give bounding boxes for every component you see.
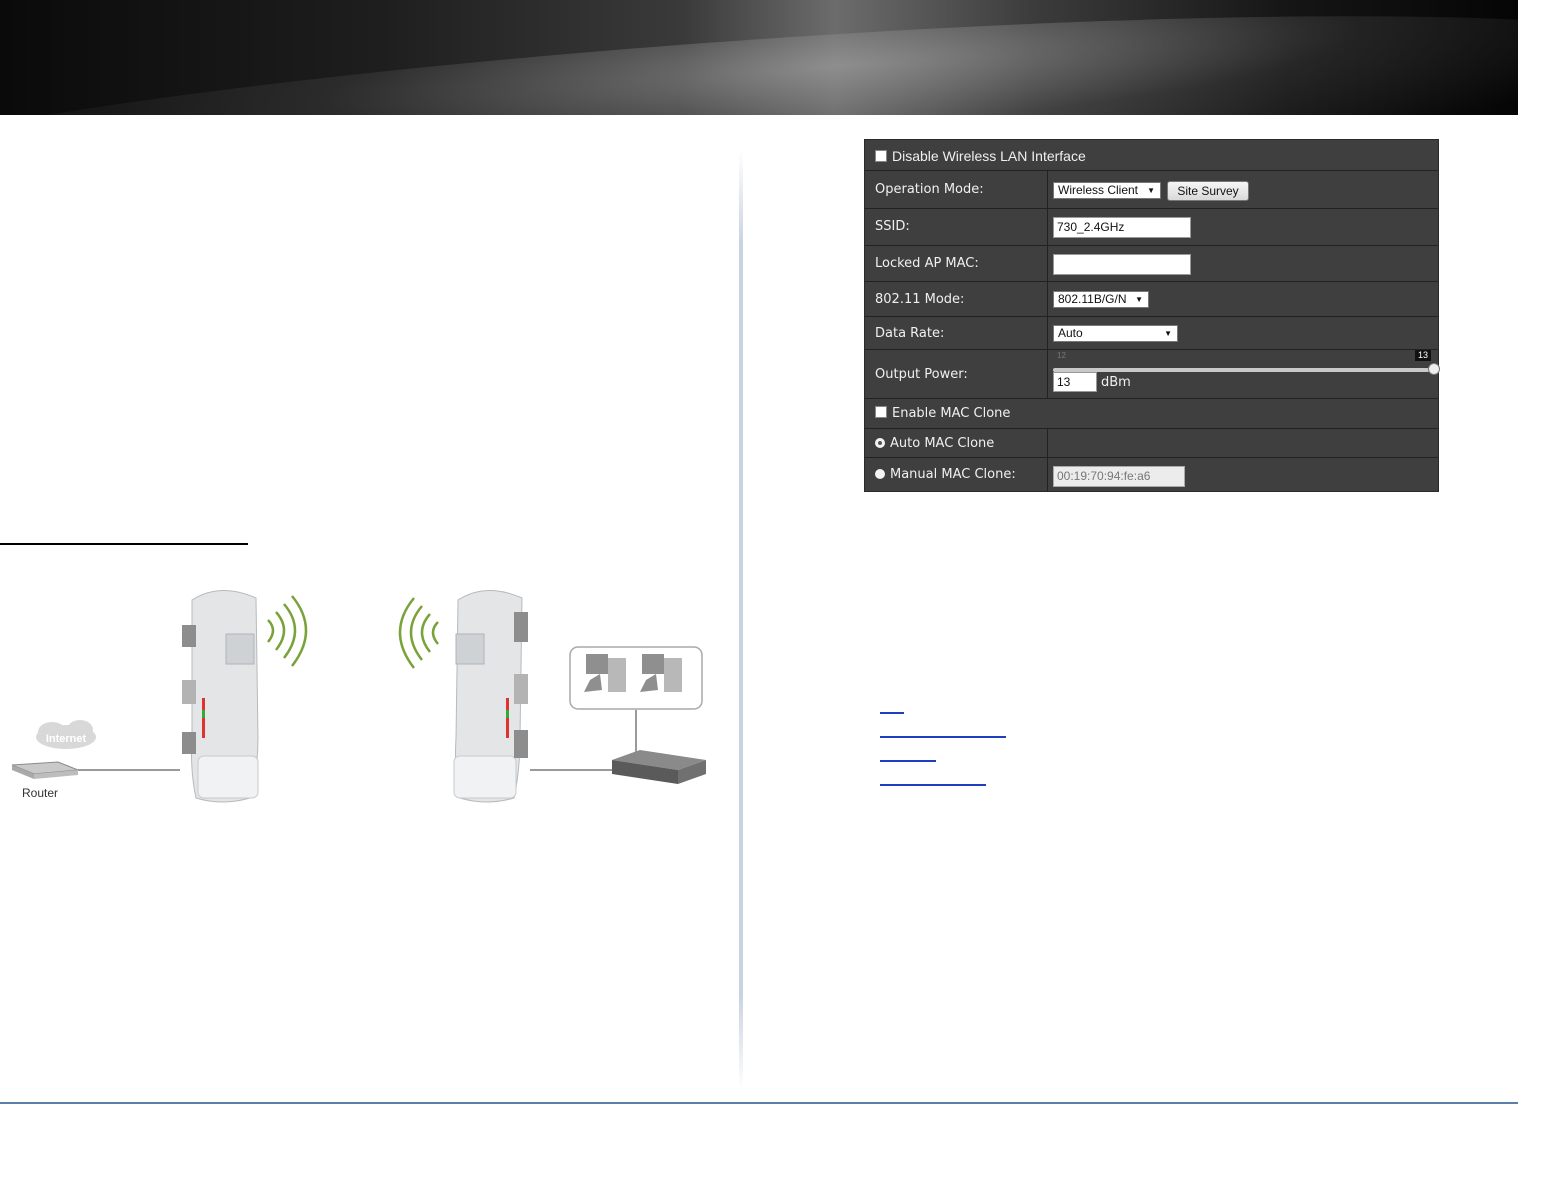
mode-label: 802.11 Mode: bbox=[875, 292, 965, 307]
wireless-signal-icon-right bbox=[398, 597, 439, 669]
manual-mac-clone-radio[interactable] bbox=[875, 469, 885, 479]
disable-wlan-checkbox[interactable] bbox=[875, 150, 887, 162]
link-item[interactable] bbox=[880, 736, 1006, 738]
site-survey-button[interactable]: Site Survey bbox=[1167, 181, 1249, 201]
wireless-signal-icon-left bbox=[267, 595, 308, 667]
operation-mode-select[interactable]: Wireless Client ▼ bbox=[1053, 182, 1161, 199]
locked-ap-mac-row: Locked AP MAC: bbox=[865, 246, 1438, 282]
network-diagram: Internet Router bbox=[11, 585, 706, 803]
link-item[interactable] bbox=[880, 712, 904, 714]
enable-mac-clone-label: Enable MAC Clone bbox=[892, 406, 1011, 421]
banner-swoosh bbox=[0, 0, 1518, 115]
access-point-right bbox=[448, 585, 530, 803]
operation-mode-label: Operation Mode: bbox=[875, 182, 984, 197]
enable-mac-clone-checkbox[interactable] bbox=[875, 406, 887, 418]
chevron-down-icon: ▼ bbox=[1135, 295, 1143, 304]
auto-mac-clone-label: Auto MAC Clone bbox=[890, 436, 995, 451]
output-power-unit: dBm bbox=[1101, 375, 1131, 390]
data-rate-select[interactable]: Auto ▼ bbox=[1053, 325, 1178, 342]
access-point-left bbox=[180, 585, 260, 803]
footer-rule bbox=[0, 1102, 1518, 1104]
data-rate-row: Data Rate: Auto ▼ bbox=[865, 317, 1438, 350]
disable-wlan-label: Disable Wireless LAN Interface bbox=[892, 148, 1086, 164]
mode-value: 802.11B/G/N bbox=[1058, 292, 1127, 306]
output-power-row: Output Power: 12 13 13 dBm bbox=[865, 350, 1440, 399]
ssid-input[interactable]: 730_2.4GHz bbox=[1053, 217, 1191, 238]
manual-mac-clone-input[interactable]: 00:19:70:94:fe:a6 bbox=[1053, 466, 1185, 487]
switch-icon bbox=[612, 750, 706, 784]
operation-mode-value: Wireless Client bbox=[1058, 183, 1139, 197]
locked-ap-mac-label: Locked AP MAC: bbox=[875, 256, 979, 271]
locked-ap-mac-input[interactable] bbox=[1053, 254, 1191, 275]
link-item[interactable] bbox=[880, 784, 986, 786]
wireless-settings-panel: Disable Wireless LAN Interface Operation… bbox=[864, 139, 1440, 492]
data-rate-label: Data Rate: bbox=[875, 326, 945, 341]
section-heading-underline bbox=[0, 543, 248, 545]
slider-min-label: 12 bbox=[1057, 351, 1066, 360]
slider-max-badge: 13 bbox=[1415, 350, 1432, 361]
output-power-label: Output Power: bbox=[875, 367, 968, 382]
ssid-row: SSID: 730_2.4GHz bbox=[865, 209, 1438, 246]
enable-mac-clone-row: Enable MAC Clone bbox=[865, 399, 1438, 429]
router-label: Router bbox=[22, 786, 58, 800]
auto-mac-clone-row: Auto MAC Clone bbox=[865, 429, 1438, 458]
mode-select[interactable]: 802.11B/G/N ▼ bbox=[1053, 291, 1149, 308]
manual-mac-clone-label: Manual MAC Clone: bbox=[890, 467, 1016, 482]
data-rate-value: Auto bbox=[1058, 326, 1083, 340]
column-divider bbox=[739, 150, 743, 1090]
internet-label: Internet bbox=[46, 733, 87, 745]
output-power-input[interactable]: 13 bbox=[1053, 372, 1097, 392]
link-item[interactable] bbox=[880, 760, 936, 762]
chevron-down-icon: ▼ bbox=[1147, 186, 1155, 195]
manual-mac-clone-row: Manual MAC Clone: 00:19:70:94:fe:a6 bbox=[865, 458, 1438, 491]
slider-handle[interactable] bbox=[1428, 363, 1440, 375]
disable-wlan-row: Disable Wireless LAN Interface bbox=[865, 140, 1438, 171]
output-power-slider[interactable] bbox=[1053, 368, 1435, 372]
chevron-down-icon: ▼ bbox=[1164, 329, 1172, 338]
auto-mac-clone-radio[interactable] bbox=[875, 438, 885, 448]
link-list bbox=[880, 712, 1006, 808]
header-banner bbox=[0, 0, 1518, 115]
operation-mode-row: Operation Mode: Wireless Client ▼ Site Su… bbox=[865, 171, 1438, 209]
mode-row: 802.11 Mode: 802.11B/G/N ▼ bbox=[865, 282, 1438, 317]
ssid-label: SSID: bbox=[875, 219, 910, 234]
